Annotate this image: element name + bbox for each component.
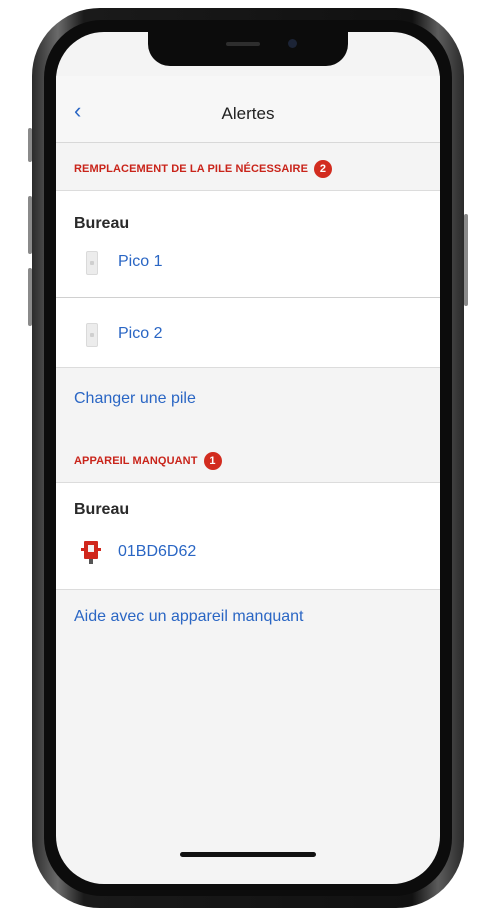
battery-section-title: REMPLACEMENT DE LA PILE NÉCESSAIRE bbox=[74, 162, 309, 175]
missing-device-help-link[interactable]: Aide avec un appareil manquant bbox=[74, 608, 304, 626]
missing-section-title: APPAREIL MANQUANT bbox=[74, 454, 198, 467]
bridge-device-icon bbox=[81, 541, 101, 564]
battery-device-group: Bureau Pico 1 Pico 2 bbox=[56, 190, 440, 368]
front-camera bbox=[288, 39, 297, 48]
home-indicator bbox=[180, 852, 316, 857]
mute-switch bbox=[28, 128, 32, 162]
device-row-pico-1[interactable]: Pico 1 bbox=[74, 247, 440, 279]
page-title: Alertes bbox=[221, 104, 275, 123]
room-label: Bureau bbox=[74, 501, 130, 518]
device-label: 01BD6D62 bbox=[118, 543, 197, 560]
device-label: Pico 2 bbox=[118, 325, 163, 342]
device-label: Pico 1 bbox=[118, 253, 163, 270]
missing-device-group: Bureau 01BD6D62 bbox=[56, 482, 440, 590]
change-battery-link[interactable]: Changer une pile bbox=[74, 390, 196, 408]
device-row-pico-2[interactable]: Pico 2 bbox=[74, 319, 440, 351]
missing-section-header: APPAREIL MANQUANT 1 bbox=[74, 452, 222, 470]
battery-count-badge: 2 bbox=[314, 160, 333, 178]
volume-up-button bbox=[28, 196, 32, 254]
device-row-01bd6d62[interactable]: 01BD6D62 bbox=[74, 537, 440, 569]
pico-remote-icon bbox=[86, 251, 98, 275]
missing-count-badge: 1 bbox=[203, 452, 222, 470]
nav-bar: ‹ Alertes bbox=[56, 76, 440, 143]
battery-section-header: REMPLACEMENT DE LA PILE NÉCESSAIRE 2 bbox=[74, 160, 333, 178]
volume-down-button bbox=[28, 268, 32, 326]
divider bbox=[56, 297, 440, 298]
phone-screen: ‹ Alertes REMPLACEMENT DE LA PILE NÉCESS… bbox=[56, 32, 440, 884]
pico-remote-icon bbox=[86, 323, 98, 347]
room-label: Bureau bbox=[74, 215, 130, 232]
speaker-grille bbox=[226, 42, 260, 46]
power-button bbox=[464, 214, 468, 306]
notch bbox=[148, 32, 348, 66]
